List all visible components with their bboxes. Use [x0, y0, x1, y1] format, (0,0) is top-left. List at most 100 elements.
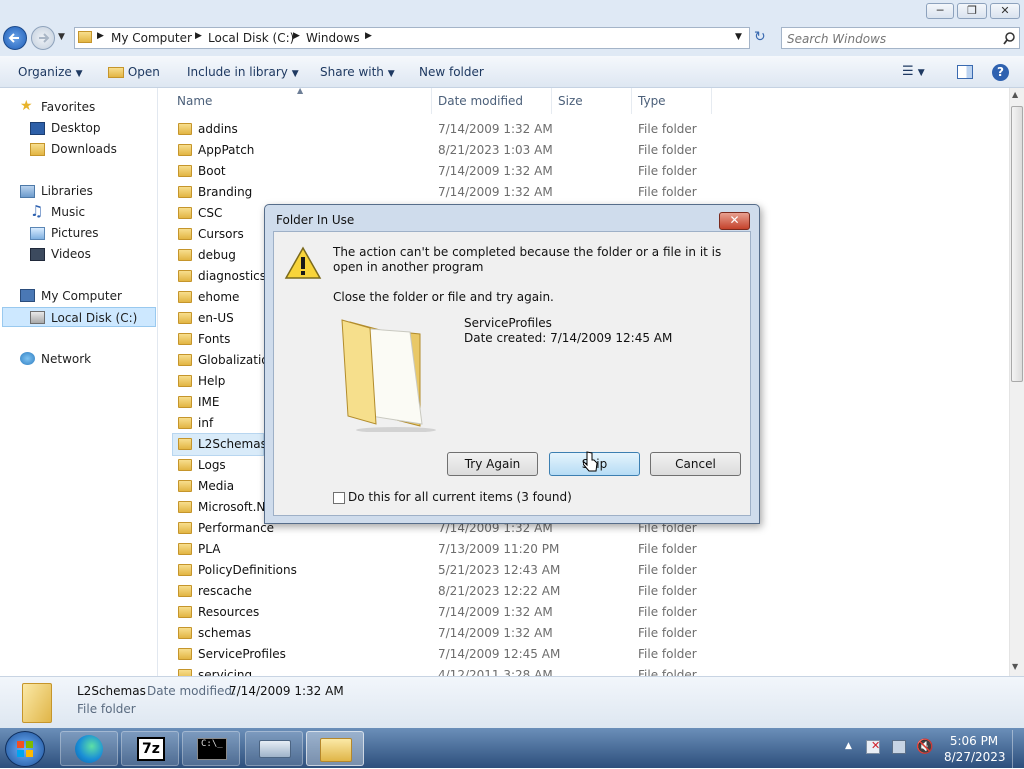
minimize-button[interactable]: ─ — [926, 3, 954, 19]
show-desktop-button[interactable] — [1012, 730, 1024, 768]
sidebar-item-favorites[interactable]: ★ Favorites — [20, 97, 95, 117]
list-item[interactable]: Branding 7/14/2009 1:32 AM File folder — [159, 182, 1009, 203]
include-in-library-button[interactable]: Include in library ▼ — [187, 56, 299, 88]
open-button[interactable]: Open — [108, 56, 160, 88]
file-type: File folder — [638, 605, 697, 619]
sidebar-item-network[interactable]: Network — [20, 349, 91, 369]
scroll-down-icon[interactable]: ▼ — [1012, 662, 1018, 671]
list-item[interactable]: rescache 8/21/2023 12:22 AM File folder — [159, 581, 1009, 602]
file-name: AppPatch — [198, 143, 255, 157]
scroll-up-icon[interactable]: ▲ — [1012, 90, 1018, 99]
breadcrumb-windows[interactable]: Windows — [306, 31, 360, 45]
chevron-right-icon[interactable]: ▶ — [195, 31, 202, 41]
list-item[interactable]: Resources 7/14/2009 1:32 AM File folder — [159, 602, 1009, 623]
share-with-button[interactable]: Share with ▼ — [320, 56, 395, 88]
chevron-right-icon[interactable]: ▶ — [97, 31, 104, 41]
list-item[interactable]: ServiceProfiles 7/14/2009 12:45 AM File fo… — [159, 644, 1009, 665]
help-icon[interactable]: ? — [992, 64, 1009, 81]
taskbar-7zip-button[interactable]: 7z — [121, 731, 179, 766]
column-header-date[interactable]: Date modified — [432, 88, 552, 114]
clock[interactable]: 5:06 PM 8/27/2023 — [944, 733, 1006, 765]
vertical-scrollbar[interactable]: ▲ ▼ — [1009, 88, 1024, 676]
list-item[interactable]: PLA 7/13/2009 11:20 PM File folder — [159, 539, 1009, 560]
volume-muted-icon[interactable]: 🔇 — [916, 739, 933, 755]
file-name: L2Schemas — [198, 437, 267, 451]
folder-icon — [178, 228, 192, 240]
address-bar[interactable]: ▶ My Computer ▶ Local Disk (C:) ▶ Window… — [74, 27, 750, 49]
sidebar-item-my-computer[interactable]: My Computer — [20, 286, 122, 306]
taskbar-edge-button[interactable] — [60, 731, 118, 766]
preview-pane-icon[interactable] — [957, 65, 973, 79]
apply-to-all-label[interactable]: Do this for all current items (3 found) — [348, 490, 572, 504]
folder-icon — [178, 648, 192, 660]
list-item[interactable]: PolicyDefinitions 5/21/2023 12:43 AM File … — [159, 560, 1009, 581]
chevron-right-icon[interactable]: ▶ — [293, 31, 300, 41]
sidebar-item-local-disk[interactable]: Local Disk (C:) — [2, 307, 156, 327]
restore-button[interactable]: ❐ — [957, 3, 987, 19]
folder-icon — [178, 396, 192, 408]
file-name: en-US — [198, 311, 234, 325]
windows-logo-icon — [17, 741, 33, 757]
star-icon: ★ — [20, 98, 33, 114]
taskbar-cmd-button[interactable]: C:\_ — [182, 731, 240, 766]
new-folder-button[interactable]: New folder — [419, 56, 484, 88]
folder-icon — [178, 165, 192, 177]
apply-to-all-checkbox[interactable] — [333, 492, 345, 504]
network-status-icon[interactable] — [892, 740, 906, 754]
search-input[interactable] — [785, 29, 999, 49]
list-item[interactable]: Boot 7/14/2009 1:32 AM File folder — [159, 161, 1009, 182]
sidebar-item-desktop[interactable]: Desktop — [30, 118, 101, 138]
search-icon[interactable] — [1002, 31, 1016, 45]
action-center-icon[interactable]: ✕ — [866, 739, 880, 754]
column-header-type[interactable]: Type — [632, 88, 712, 114]
scroll-thumb[interactable] — [1011, 106, 1023, 382]
start-orb-icon[interactable] — [5, 731, 45, 767]
list-item[interactable]: schemas 7/14/2009 1:32 AM File folder — [159, 623, 1009, 644]
folder-icon — [178, 564, 192, 576]
dialog-close-button[interactable]: ✕ — [719, 212, 750, 230]
list-item[interactable]: L2Schemas — [172, 433, 267, 456]
file-date: 7/13/2009 11:20 PM — [438, 542, 560, 556]
file-name: CSC — [198, 206, 223, 220]
folder-icon — [178, 354, 192, 366]
file-type: File folder — [638, 122, 697, 136]
sidebar-item-music[interactable]: ♫ Music — [30, 202, 85, 222]
chevron-right-icon[interactable]: ▶ — [365, 31, 372, 41]
forward-button[interactable] — [31, 26, 55, 50]
list-item[interactable]: addins 7/14/2009 1:32 AM File folder — [159, 119, 1009, 140]
taskbar-explorer-button[interactable] — [306, 731, 364, 766]
forward-arrow-icon — [39, 33, 50, 43]
clock-time: 5:06 PM — [949, 734, 999, 748]
address-dropdown-icon[interactable]: ▼ — [735, 32, 742, 42]
navigation-pane: ★ Favorites Desktop Downloads Libraries … — [0, 88, 158, 676]
show-hidden-icons-icon[interactable]: ▲ — [845, 741, 852, 751]
breadcrumb-my-computer[interactable]: My Computer — [111, 31, 192, 45]
sidebar-item-libraries[interactable]: Libraries — [20, 181, 93, 201]
file-date: 4/12/2011 3:28 AM — [438, 668, 553, 676]
list-item[interactable]: AppPatch 8/21/2023 1:03 AM File folder — [159, 140, 1009, 161]
refresh-icon[interactable]: ↻ — [754, 29, 774, 47]
folder-thumbnail-icon — [22, 683, 52, 723]
file-type: File folder — [638, 143, 697, 157]
organize-button[interactable]: Organize ▼ — [18, 56, 83, 88]
file-name: Boot — [198, 164, 226, 178]
close-button[interactable]: ✕ — [990, 3, 1020, 19]
recent-pages-dropdown-icon[interactable]: ▼ — [58, 32, 65, 42]
file-date: 7/14/2009 1:32 AM — [438, 122, 553, 136]
folder-icon — [178, 459, 192, 471]
try-again-button[interactable]: Try Again — [447, 452, 538, 476]
view-options-icon[interactable]: ☰ ▼ — [902, 56, 925, 88]
list-item[interactable]: servicing 4/12/2011 3:28 AM File folder — [159, 665, 1009, 676]
column-header-size[interactable]: Size — [552, 88, 632, 114]
back-button[interactable] — [3, 26, 27, 50]
search-box[interactable] — [781, 27, 1020, 49]
sidebar-item-pictures[interactable]: Pictures — [30, 223, 99, 243]
sidebar-item-downloads[interactable]: Downloads — [30, 139, 117, 159]
folder-icon — [178, 270, 192, 282]
taskbar-keyboard-button[interactable] — [245, 731, 303, 766]
folder-icon — [178, 501, 192, 513]
cancel-button[interactable]: Cancel — [650, 452, 741, 476]
breadcrumb-local-disk[interactable]: Local Disk (C:) — [208, 31, 294, 45]
file-date: 5/21/2023 12:43 AM — [438, 563, 561, 577]
sidebar-item-videos[interactable]: Videos — [30, 244, 91, 264]
